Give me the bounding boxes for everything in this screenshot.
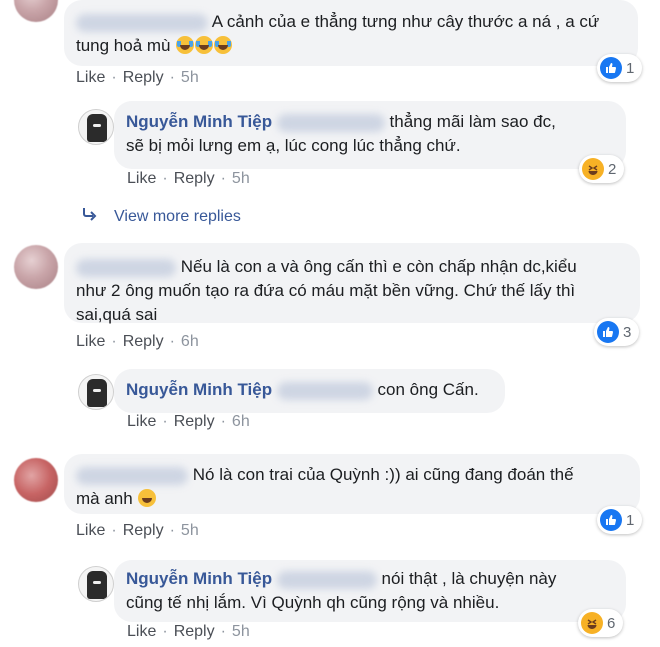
like-button[interactable]: Like <box>76 522 105 539</box>
view-more-replies[interactable]: View more replies <box>82 207 241 226</box>
redacted-name <box>276 381 373 400</box>
reaction-number: 1 <box>626 511 635 529</box>
separator: · <box>169 522 175 539</box>
reply-text-line2: cũng tế nhị lắm. Vì Quỳnh qh cũng rộng v… <box>126 593 500 612</box>
view-more-label[interactable]: View more replies <box>114 208 241 226</box>
author-name[interactable]: Nguyễn Minh Tiệp <box>126 569 272 588</box>
separator: · <box>169 333 175 350</box>
comment-actions: Like · Reply · 6h <box>76 333 199 351</box>
timestamp[interactable]: 6h <box>181 333 199 350</box>
redacted-name <box>76 466 188 485</box>
reply-button[interactable]: Reply <box>123 333 164 350</box>
grinning-sweat-emoji-icon <box>138 489 157 507</box>
commenter-avatar[interactable] <box>14 0 58 22</box>
redacted-name <box>276 570 377 589</box>
reply-button[interactable]: Reply <box>174 170 215 187</box>
like-icon <box>597 321 619 343</box>
reply-button[interactable]: Reply <box>174 413 215 430</box>
author-name[interactable]: Nguyễn Minh Tiệp <box>126 112 272 131</box>
separator: · <box>111 522 117 539</box>
comment-text-line3: sai,quá sai <box>76 305 158 324</box>
comment-actions: Like · Reply · 5h <box>76 522 199 540</box>
like-button[interactable]: Like <box>127 623 156 640</box>
separator: · <box>220 170 226 187</box>
comment-bubble: Nó là con trai của Quỳnh :)) ai cũng đan… <box>64 454 640 514</box>
reply-bubble: Nguyễn Minh Tiệp thẳng mãi làm sao đc, s… <box>114 101 626 169</box>
reaction-number: 2 <box>608 160 617 178</box>
comment-bubble: Nếu là con a và ông cấn thì e còn chấp n… <box>64 243 640 324</box>
separator: · <box>162 413 168 430</box>
reaction-count[interactable]: 1 <box>597 54 643 82</box>
separator: · <box>169 69 175 86</box>
like-icon <box>600 509 622 531</box>
reaction-count[interactable]: 2 <box>579 155 625 183</box>
redacted-name <box>76 13 208 32</box>
reaction-number: 1 <box>626 59 635 77</box>
reply-text: con ông Cấn. <box>377 380 479 399</box>
redacted-name <box>76 258 176 277</box>
reaction-count[interactable]: 3 <box>594 318 640 346</box>
reply-text-line1: thẳng mãi làm sao đc, <box>389 112 556 131</box>
reply-button[interactable]: Reply <box>123 69 164 86</box>
reaction-count[interactable]: 1 <box>597 506 643 534</box>
like-button[interactable]: Like <box>76 69 105 86</box>
separator: · <box>220 623 226 640</box>
reply-bubble: Nguyễn Minh Tiệp nói thật , là chuyện nà… <box>114 560 626 622</box>
reply-bubble: Nguyễn Minh Tiệp con ông Cấn. <box>114 369 505 413</box>
separator: · <box>162 623 168 640</box>
reply-actions: Like · Reply · 5h <box>127 170 250 188</box>
commenter-avatar[interactable] <box>14 458 58 502</box>
timestamp[interactable]: 5h <box>181 69 199 86</box>
crying-laughing-emoji-icon <box>176 36 195 54</box>
reply-arrow-icon <box>82 207 98 226</box>
like-button[interactable]: Like <box>127 170 156 187</box>
reply-button[interactable]: Reply <box>174 623 215 640</box>
crying-laughing-emoji-icon <box>195 36 214 54</box>
comment-text-line1: Nếu là con a và ông cấn thì e còn chấp n… <box>180 257 577 276</box>
like-button[interactable]: Like <box>76 333 105 350</box>
timestamp[interactable]: 5h <box>232 170 250 187</box>
commenter-avatar[interactable] <box>14 245 58 289</box>
comment-text-line2: như 2 ông muốn tạo ra đứa có máu mặt bền… <box>76 281 576 300</box>
like-button[interactable]: Like <box>127 413 156 430</box>
author-avatar[interactable] <box>78 566 114 602</box>
comment-bubble: A cảnh của e thẳng tưng như cây thước a … <box>64 0 638 66</box>
separator: · <box>111 333 117 350</box>
timestamp[interactable]: 6h <box>232 413 250 430</box>
reply-text-line2: sẽ bị mỏi lưng em ạ, lúc cong lúc thẳng … <box>126 136 461 155</box>
crying-laughing-emoji-icon <box>214 36 233 54</box>
author-avatar[interactable] <box>78 374 114 410</box>
separator: · <box>111 69 117 86</box>
comment-text-line1: Nó là con trai của Quỳnh :)) ai cũng đan… <box>192 465 574 484</box>
reply-actions: Like · Reply · 6h <box>127 413 250 431</box>
redacted-name <box>276 113 385 132</box>
reply-text-line1: nói thật , là chuyện này <box>381 569 557 588</box>
reaction-number: 6 <box>607 614 616 632</box>
comment-text-line2: mà anh <box>76 489 133 508</box>
comment-actions: Like · Reply · 5h <box>76 69 199 87</box>
separator: · <box>162 170 168 187</box>
separator: · <box>220 413 226 430</box>
reply-button[interactable]: Reply <box>123 522 164 539</box>
haha-icon <box>582 158 604 180</box>
timestamp[interactable]: 5h <box>232 623 250 640</box>
reaction-number: 3 <box>623 323 632 341</box>
reaction-count[interactable]: 6 <box>578 609 624 637</box>
like-icon <box>600 57 622 79</box>
author-avatar[interactable] <box>78 109 114 145</box>
reply-actions: Like · Reply · 5h <box>127 623 250 641</box>
author-name[interactable]: Nguyễn Minh Tiệp <box>126 380 272 399</box>
timestamp[interactable]: 5h <box>181 522 199 539</box>
haha-icon <box>581 612 603 634</box>
